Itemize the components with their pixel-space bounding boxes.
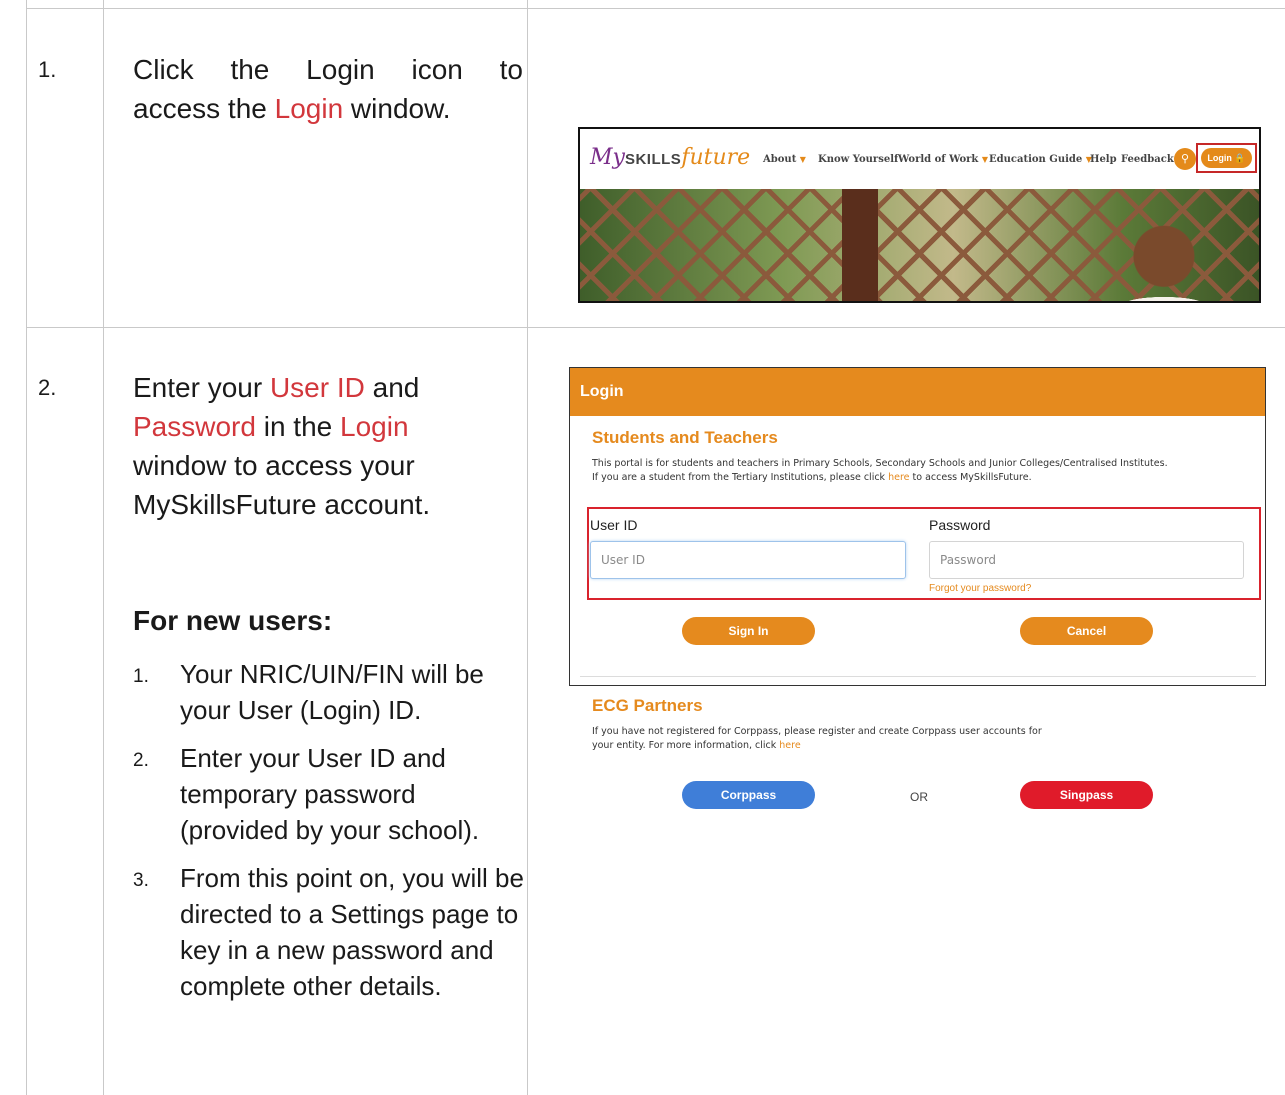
- nav-item-about[interactable]: About ▼: [763, 154, 806, 165]
- ecg-notice: If you have not registered for Corppass,…: [592, 726, 1042, 751]
- password-label: Password: [929, 517, 991, 533]
- step-1-instruction: Click the Login icon to access the Login…: [133, 50, 523, 128]
- myskillsfuture-logo: MySKILLSfuture: [590, 145, 751, 170]
- dialog-divider: [580, 676, 1256, 677]
- nav-item-know-yourself[interactable]: Know Yourself: [818, 154, 898, 165]
- nav-item-education-guide[interactable]: Education Guide ▼: [989, 154, 1092, 165]
- search-icon[interactable]: ⚲: [1174, 148, 1196, 170]
- students-teachers-heading: Students and Teachers: [592, 428, 778, 447]
- new-users-heading: For new users:: [133, 605, 333, 636]
- table-row-divider: [26, 327, 1285, 328]
- step-2-instruction: Enter your User ID and Password in the L…: [133, 368, 523, 524]
- password-term: Password: [133, 411, 256, 442]
- instruction-table: 1. Click the Login icon to access the Lo…: [0, 0, 1285, 1095]
- login-highlight-box: Login 🔒: [1196, 143, 1257, 173]
- step-2-line-4: MySkillsFuture account.: [133, 489, 431, 520]
- hero-photo: [580, 189, 1259, 301]
- ecg-here-link[interactable]: here: [779, 740, 800, 751]
- step-2-line-2: Password in the Login: [133, 411, 409, 442]
- students-notice: This portal is for students and teachers…: [592, 458, 1168, 483]
- site-nav-bar: MySKILLSfuture About ▼ Know Yourself Wor…: [580, 129, 1259, 189]
- hero-photo-pillar: [842, 189, 878, 301]
- chevron-down-icon: ▼: [981, 154, 989, 164]
- user-id-label: User ID: [590, 517, 638, 533]
- list-item: 2. Enter your User ID and temporary passw…: [133, 743, 480, 845]
- sign-in-button[interactable]: Sign In: [682, 617, 815, 645]
- new-users-list: 1. Your NRIC/UIN/FIN will be your User (L…: [133, 656, 528, 1016]
- step-2-line-3: window to access your: [133, 450, 415, 481]
- nav-item-feedback[interactable]: Feedback: [1121, 154, 1174, 165]
- user-id-term: User ID: [269, 372, 365, 403]
- ecg-partners-heading: ECG Partners: [592, 696, 703, 715]
- site-header-screenshot: MySKILLSfuture About ▼ Know Yourself Wor…: [578, 127, 1261, 303]
- or-separator: OR: [910, 790, 928, 804]
- step-number-1: 1.: [38, 57, 57, 82]
- step-2-line-1: Enter your User ID and: [133, 372, 420, 403]
- step-1-line-1: Click the Login icon to: [133, 54, 523, 85]
- forgot-password-link[interactable]: Forgot your password?: [929, 583, 1031, 594]
- login-term: Login: [340, 411, 409, 442]
- singpass-button[interactable]: Singpass: [1020, 781, 1153, 809]
- table-border-top: [26, 8, 1285, 9]
- password-field[interactable]: Password: [929, 541, 1244, 579]
- list-item: 3. From this point on, you will be direct…: [133, 863, 524, 1001]
- step-number-2: 2.: [38, 375, 57, 400]
- login-term: Login: [274, 93, 344, 124]
- corppass-button[interactable]: Corppass: [682, 781, 815, 809]
- nav-item-world-of-work[interactable]: World of Work ▼: [898, 154, 988, 165]
- table-border-left: [26, 0, 27, 1095]
- user-id-field[interactable]: User ID: [590, 541, 906, 579]
- list-item: 1. Your NRIC/UIN/FIN will be your User (L…: [133, 659, 484, 725]
- login-dialog-title: Login: [570, 368, 1265, 416]
- chevron-down-icon: ▼: [799, 154, 806, 164]
- login-button[interactable]: Login 🔒: [1201, 148, 1252, 168]
- step-1-line-2: access the Login window.: [133, 93, 451, 124]
- table-divider-number: [103, 0, 104, 1095]
- nav-item-help[interactable]: Help: [1090, 154, 1117, 165]
- cancel-button[interactable]: Cancel: [1020, 617, 1153, 645]
- tertiary-here-link[interactable]: here: [888, 472, 909, 483]
